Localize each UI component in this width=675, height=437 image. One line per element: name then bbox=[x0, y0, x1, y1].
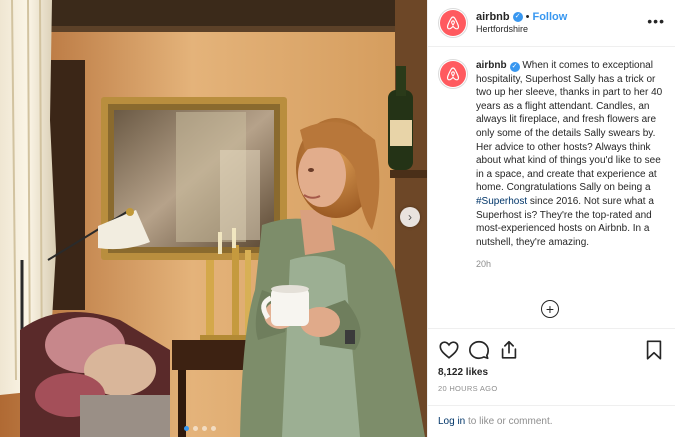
location-link[interactable]: Hertfordshire bbox=[476, 24, 567, 35]
share-icon[interactable] bbox=[498, 339, 520, 361]
avatar[interactable] bbox=[438, 8, 468, 38]
carousel-dot bbox=[193, 426, 198, 431]
caption-text: airbnb ✓ When it comes to exceptional hos… bbox=[476, 59, 665, 249]
login-prompt: Log in to like or comment. bbox=[428, 405, 675, 437]
login-prompt-text: to like or comment. bbox=[465, 416, 553, 427]
hashtag-link[interactable]: #Superhost bbox=[476, 196, 527, 207]
login-link[interactable]: Log in bbox=[438, 416, 465, 427]
follow-button[interactable]: Follow bbox=[532, 11, 567, 25]
carousel-next-button[interactable]: › bbox=[400, 207, 420, 227]
bookmark-icon[interactable] bbox=[643, 339, 665, 361]
carousel-dot bbox=[211, 426, 216, 431]
caption-username-link[interactable]: airbnb bbox=[476, 60, 507, 71]
heart-icon[interactable] bbox=[438, 339, 460, 361]
post-timestamp[interactable]: 20 HOURS AGO bbox=[438, 384, 665, 393]
caption-comment: airbnb ✓ When it comes to exceptional hos… bbox=[428, 47, 675, 249]
caption-avatar[interactable] bbox=[438, 59, 468, 89]
likes-count[interactable]: 8,122 likes bbox=[438, 367, 665, 378]
comment-icon[interactable] bbox=[468, 339, 490, 361]
more-options-button[interactable]: ••• bbox=[647, 14, 665, 28]
plus-circle-icon: + bbox=[545, 301, 555, 317]
header-row: airbnb ✓ • Follow bbox=[476, 11, 567, 25]
post-actions: 8,122 likes 20 HOURS AGO bbox=[428, 328, 675, 393]
instagram-post: › airbnb ✓ • Follow Hertfordshire ••• ai… bbox=[0, 0, 675, 437]
caption-body: When it comes to exceptional hospitality… bbox=[476, 60, 663, 194]
carousel-dot bbox=[202, 426, 207, 431]
action-icons bbox=[438, 339, 665, 361]
photo-illustration bbox=[0, 0, 427, 437]
verified-badge-icon: ✓ bbox=[509, 62, 520, 72]
post-side-panel: airbnb ✓ • Follow Hertfordshire ••• airb… bbox=[427, 0, 675, 437]
carousel-dot bbox=[184, 426, 189, 431]
caption-timestamp: 20h bbox=[476, 259, 492, 270]
header-text: airbnb ✓ • Follow Hertfordshire bbox=[476, 11, 567, 36]
verified-badge-icon: ✓ bbox=[512, 12, 523, 23]
airbnb-logo-icon bbox=[440, 10, 466, 36]
post-header: airbnb ✓ • Follow Hertfordshire ••• bbox=[428, 0, 675, 47]
username-link[interactable]: airbnb bbox=[476, 11, 510, 25]
post-photo[interactable]: › bbox=[0, 0, 427, 437]
chevron-right-icon: › bbox=[408, 210, 412, 224]
carousel-indicator bbox=[184, 426, 216, 431]
airbnb-logo-icon bbox=[440, 61, 466, 87]
separator-dot: • bbox=[525, 10, 530, 23]
load-more-comments-button[interactable]: + bbox=[541, 300, 559, 318]
